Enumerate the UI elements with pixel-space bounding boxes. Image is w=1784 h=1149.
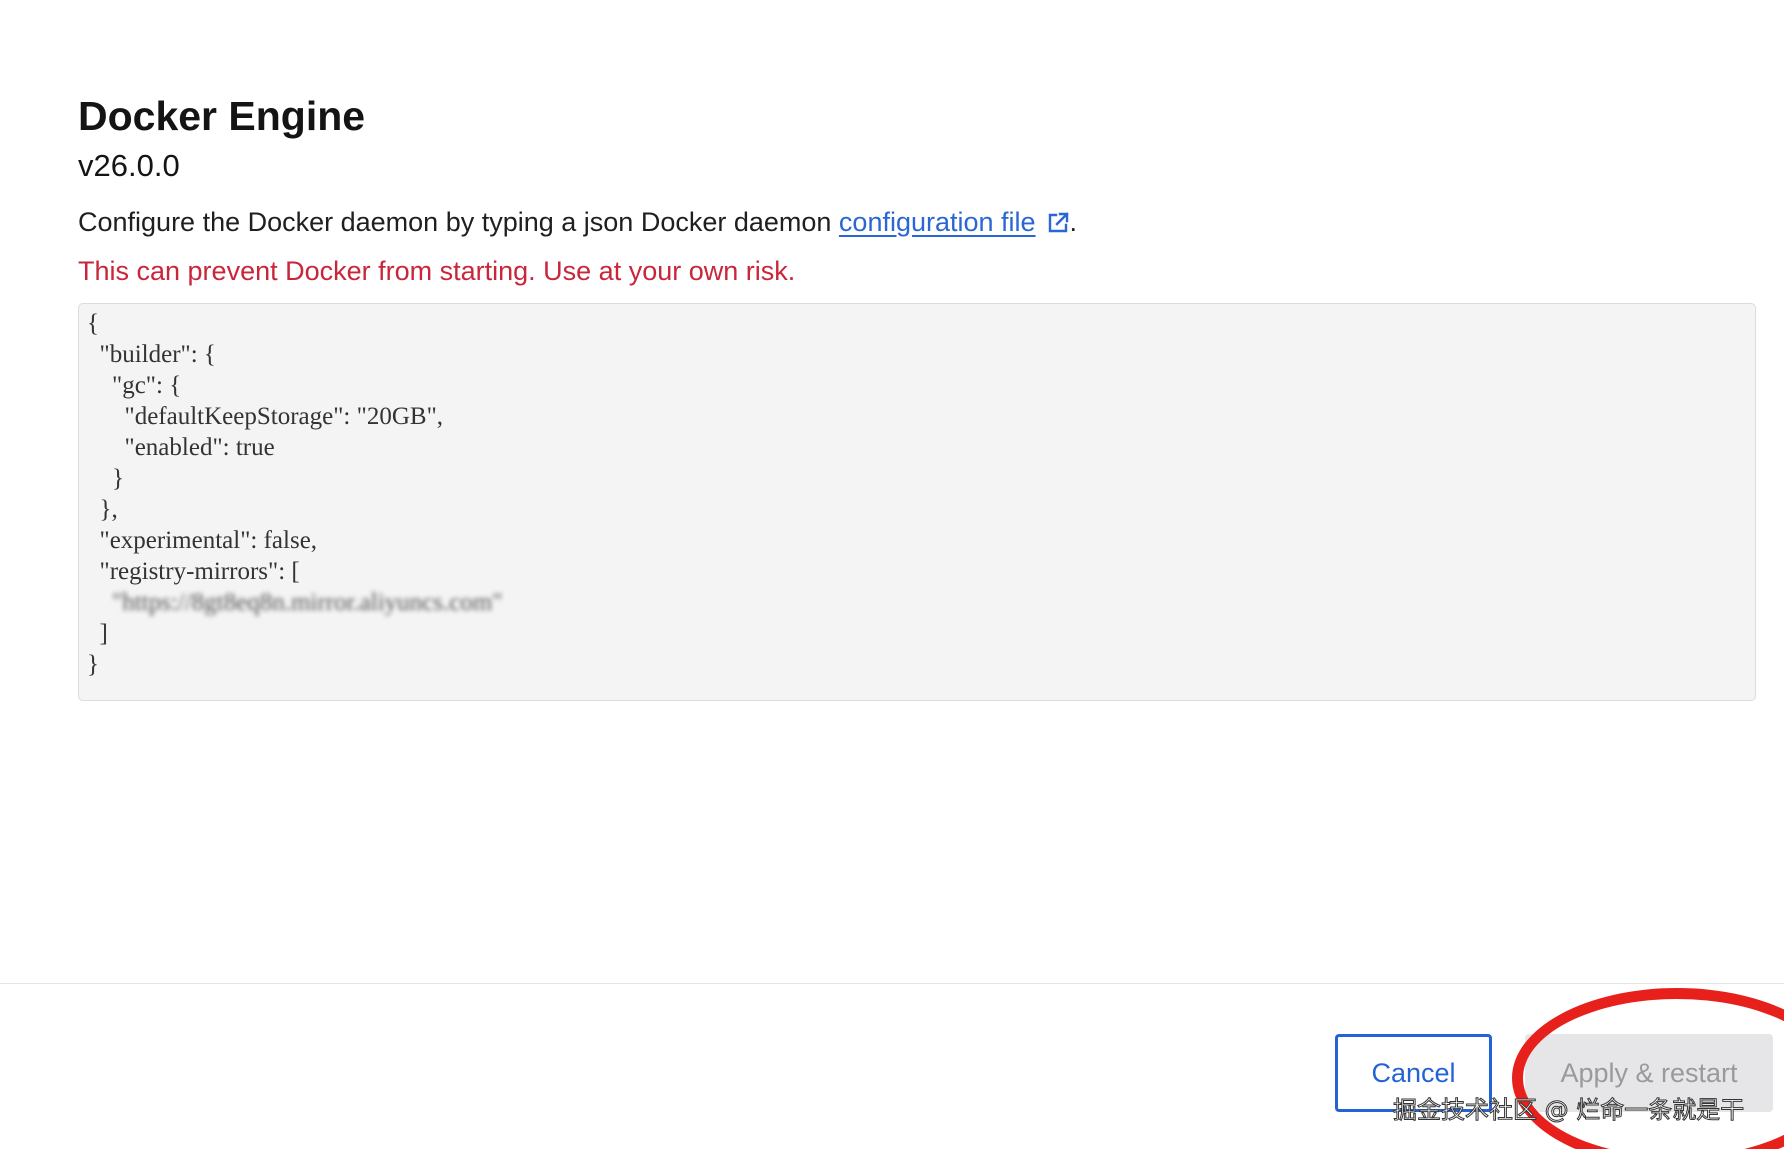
description-text: Configure the Docker daemon by typing a … bbox=[78, 207, 839, 237]
code-line: } bbox=[87, 651, 99, 678]
settings-header: Docker Engine v26.0.0 Configure the Dock… bbox=[78, 90, 1758, 289]
daemon-json-editor[interactable]: { "builder": { "gc": { "defaultKeepStora… bbox=[78, 303, 1756, 701]
apply-restart-button[interactable]: Apply & restart bbox=[1525, 1034, 1773, 1112]
code-line: } bbox=[87, 465, 124, 492]
code-line: ] bbox=[87, 620, 108, 647]
description-period: . bbox=[1069, 207, 1078, 237]
description: Configure the Docker daemon by typing a … bbox=[78, 204, 1758, 240]
cancel-button[interactable]: Cancel bbox=[1335, 1034, 1492, 1112]
code-line: }, bbox=[87, 496, 118, 523]
docker-engine-settings-page: Docker Engine v26.0.0 Configure the Dock… bbox=[0, 0, 1784, 1149]
engine-version: v26.0.0 bbox=[78, 148, 180, 183]
registry-mirror-url-line: "https://8gt8eq8n.mirror.aliyuncs.com" bbox=[87, 589, 503, 616]
code-line: "builder": { bbox=[87, 341, 216, 368]
code-line: "experimental": false, bbox=[87, 527, 318, 554]
code-line: "registry-mirrors": [ bbox=[87, 558, 300, 585]
footer-divider bbox=[0, 983, 1784, 984]
code-line: { bbox=[87, 310, 99, 337]
risk-warning: This can prevent Docker from starting. U… bbox=[78, 256, 796, 286]
external-link-icon bbox=[1048, 212, 1069, 233]
code-line: "defaultKeepStorage": "20GB", bbox=[87, 403, 444, 430]
configuration-file-link[interactable]: configuration file bbox=[839, 207, 1070, 237]
code-line: "enabled": true bbox=[87, 434, 275, 461]
configuration-file-link-label: configuration file bbox=[838, 207, 1036, 237]
page-title: Docker Engine bbox=[78, 93, 366, 139]
code-line: "gc": { bbox=[87, 372, 182, 399]
